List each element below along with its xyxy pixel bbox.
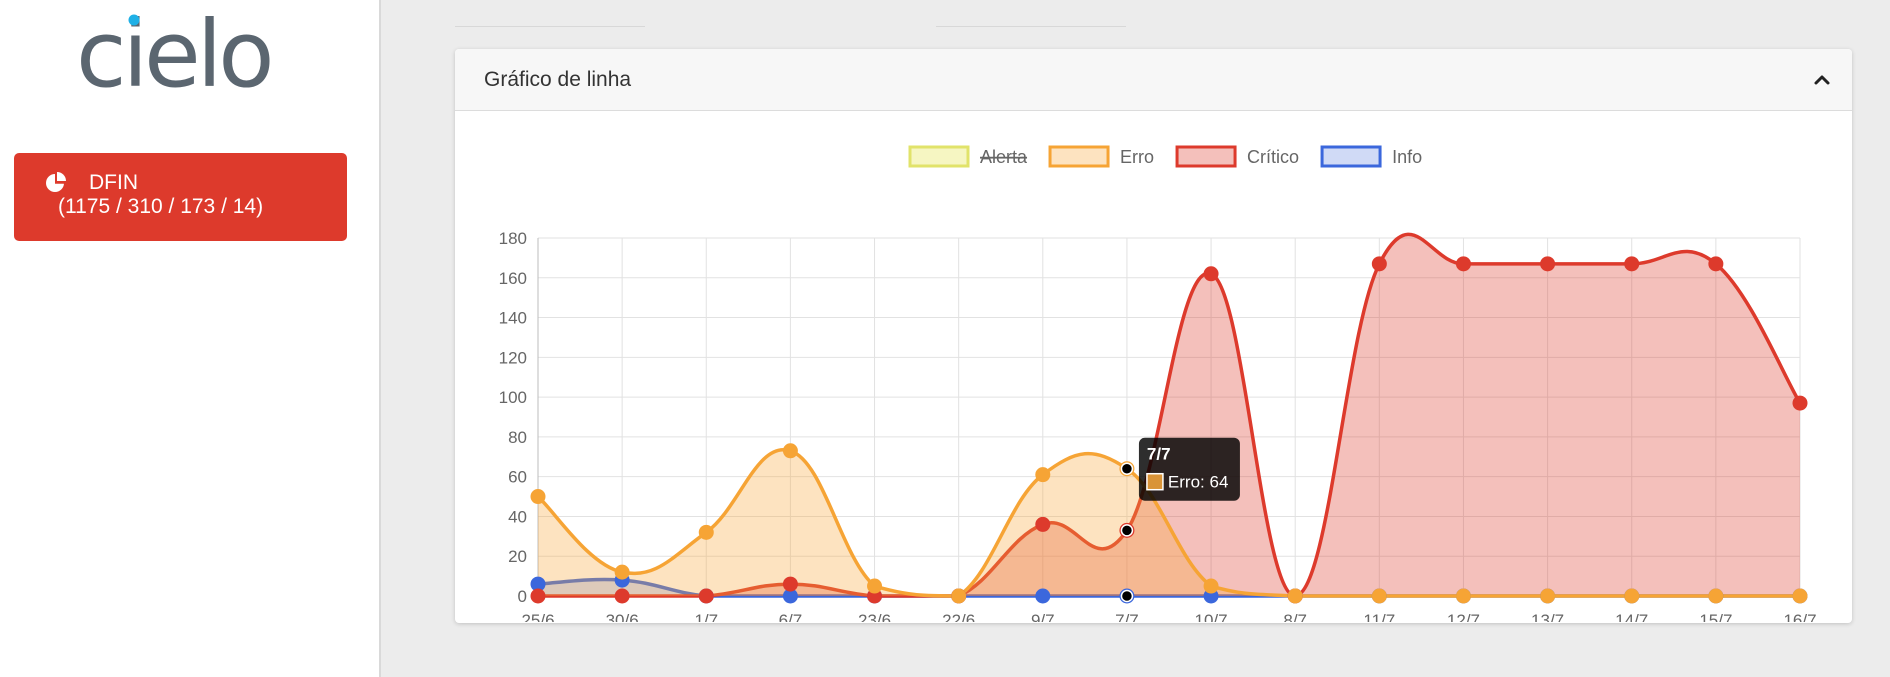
x-tick-label: 22/6 (942, 611, 975, 622)
hover-point (1120, 524, 1134, 537)
tooltip-swatch (1146, 472, 1164, 491)
y-tick-label: 40 (508, 507, 527, 526)
point-crtico[interactable] (1203, 266, 1219, 282)
point-erro[interactable] (614, 564, 630, 580)
legend-swatch-erro[interactable] (1048, 145, 1110, 168)
logo-text: cielo (76, 10, 271, 100)
point-crtico[interactable] (1708, 256, 1724, 272)
x-tick-label: 23/6 (858, 611, 891, 622)
point-erro[interactable] (1455, 588, 1471, 604)
point-crtico[interactable] (1455, 256, 1471, 272)
hover-point (1120, 462, 1134, 475)
legend-swatch-info[interactable] (1320, 145, 1382, 168)
x-tick-label: 7/7 (1115, 611, 1139, 622)
x-tick-label: 9/7 (1031, 611, 1055, 622)
point-erro[interactable] (1203, 578, 1219, 594)
x-tick-label: 11/7 (1363, 611, 1395, 622)
x-tick-label: 12/7 (1447, 611, 1480, 622)
y-tick-label: 100 (499, 388, 527, 407)
hover-point (1120, 589, 1134, 603)
x-tick-label: 25/6 (521, 611, 554, 622)
point-crtico[interactable] (1035, 516, 1051, 532)
point-crtico[interactable] (614, 588, 630, 604)
point-erro[interactable] (782, 443, 798, 459)
divider (936, 26, 1126, 27)
legend-label-crtico[interactable]: Crítico (1247, 147, 1299, 167)
x-tick-label: 1/7 (694, 611, 718, 622)
line-chart-card: Gráfico de linha 0 20 40 60 80 100 120 140 160 18… (455, 49, 1852, 623)
y-tick-label: 0 (518, 587, 527, 606)
x-tick-label: 8/7 (1283, 611, 1307, 622)
x-tick-label: 30/6 (606, 611, 639, 622)
legend-label-info[interactable]: Info (1392, 147, 1422, 167)
point-crtico[interactable] (782, 576, 798, 592)
y-tick-label: 140 (499, 309, 527, 328)
sidebar-item-dfin[interactable]: DFIN (1175 / 310 / 173 / 14) (14, 153, 347, 241)
card-header: Gráfico de linha (455, 49, 1852, 111)
legend-label-alerta[interactable]: Alerta (980, 147, 1028, 167)
point-erro[interactable] (698, 524, 714, 540)
x-tick-label: 15/7 (1699, 611, 1732, 622)
sidebar: cielo DFIN (1175 / 310 / 173 / 14) (0, 0, 381, 677)
sidebar-item-label: DFIN (89, 171, 138, 194)
legend-swatch-alerta[interactable] (908, 145, 970, 168)
x-tick-label: 10/7 (1195, 611, 1228, 622)
pie-chart-icon (46, 172, 66, 192)
point-erro[interactable] (867, 578, 883, 594)
point-erro[interactable] (1624, 588, 1640, 604)
point-crtico[interactable] (1540, 256, 1556, 272)
tooltip-title: 7/7 (1147, 445, 1171, 464)
y-tick-label: 20 (508, 547, 527, 566)
tooltip-label: Erro: 64 (1168, 473, 1228, 492)
point-erro[interactable] (1708, 588, 1724, 604)
point-crtico[interactable] (698, 588, 714, 604)
x-tick-label: 16/7 (1783, 611, 1816, 622)
point-erro[interactable] (530, 489, 546, 505)
point-erro[interactable] (1540, 588, 1556, 604)
logo-dot-icon (128, 14, 140, 26)
sidebar-item-counts: (1175 / 310 / 173 / 14) (58, 195, 264, 218)
point-info[interactable] (1035, 588, 1051, 604)
y-tick-label: 180 (499, 229, 527, 248)
x-tick-label: 13/7 (1531, 611, 1564, 622)
legend-label-erro[interactable]: Erro (1120, 147, 1154, 167)
chevron-up-icon[interactable] (1810, 68, 1834, 92)
x-tick-label: 14/7 (1615, 611, 1648, 622)
point-erro[interactable] (951, 588, 967, 604)
y-tick-label: 160 (499, 269, 527, 288)
y-tick-label: 80 (508, 428, 527, 447)
legend-swatch-crtico[interactable] (1175, 145, 1237, 168)
point-erro[interactable] (1287, 588, 1303, 604)
point-erro[interactable] (1371, 588, 1387, 604)
x-tick-label: 6/7 (779, 611, 803, 622)
line-chart: 0 20 40 60 80 100 120 140 160 180 25/6 30/6 1/7 6/7 23… (499, 145, 1817, 622)
point-crtico[interactable] (530, 588, 546, 604)
card-title: Gráfico de linha (484, 67, 632, 91)
cielo-logo[interactable]: cielo (76, 10, 286, 100)
point-crtico[interactable] (1371, 256, 1387, 272)
point-crtico[interactable] (1624, 256, 1640, 272)
y-tick-label: 120 (499, 348, 527, 367)
divider (455, 26, 645, 27)
point-erro[interactable] (1792, 588, 1808, 604)
point-erro[interactable] (1035, 467, 1051, 483)
y-tick-label: 60 (508, 468, 527, 487)
point-crtico[interactable] (1792, 395, 1808, 411)
